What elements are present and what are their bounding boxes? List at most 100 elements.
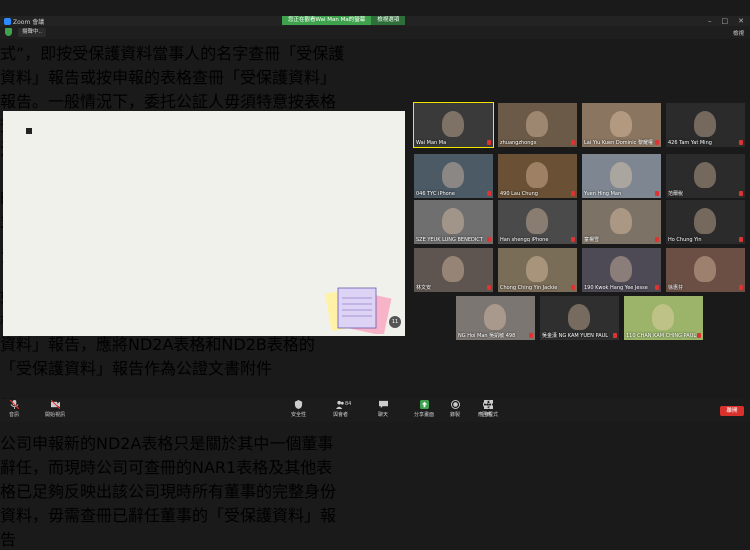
muted-mic-icon (739, 237, 743, 242)
muted-mic-icon (529, 333, 533, 338)
participant-tile[interactable]: Han shengq iPhone (498, 200, 577, 244)
participant-video (526, 208, 548, 234)
participant-name: 490 Lau Chung (500, 191, 538, 197)
participant-name: SZE YEUK LUNG BENEDICT (416, 237, 483, 243)
participant-name: NG Hoi Man 吳凱敏 498 (458, 333, 516, 339)
record-label: 錄製 (450, 412, 461, 418)
muted-mic-icon (655, 285, 659, 290)
muted-mic-icon (697, 333, 701, 338)
participant-tile[interactable]: Ho Chung Yin (666, 200, 745, 244)
speaking-indicator[interactable]: 揚聲中.. (18, 28, 46, 37)
share-screen-icon (419, 400, 429, 409)
participant-tile[interactable]: NG Hoi Man 吳凱敏 498 (456, 296, 535, 340)
participant-tile[interactable]: 046 TYC iPhone (414, 154, 493, 198)
muted-mic-icon (739, 285, 743, 290)
close-icon[interactable]: ✕ (738, 17, 744, 25)
muted-mic-icon (655, 140, 659, 145)
participant-tile[interactable]: SZE YEUK LUNG BENEDICT (414, 200, 493, 244)
participant-video (526, 256, 548, 282)
participant-video (694, 256, 716, 282)
shield-icon[interactable] (5, 28, 12, 36)
chat-icon (378, 400, 388, 409)
participant-video (610, 111, 632, 137)
participants-icon (336, 400, 344, 409)
participant-video (610, 208, 632, 234)
participant-tile[interactable]: Chong Ching Yin Jackie (498, 248, 577, 292)
participant-tile[interactable]: 徐惠芬 (666, 248, 745, 292)
minimize-icon[interactable]: – (708, 17, 712, 25)
meeting-header (0, 26, 750, 39)
participant-name: 110 CHAN KAM CHING PAUL (626, 333, 697, 339)
participant-tile[interactable]: Yuen Hing Man (582, 154, 661, 198)
maximize-icon[interactable]: □ (722, 17, 729, 25)
participant-video (610, 162, 632, 188)
participant-video (694, 111, 716, 137)
view-options-button[interactable]: 檢視選項 (371, 16, 406, 25)
apps-button[interactable]: 應用程式 (478, 400, 498, 418)
participant-video (442, 111, 464, 137)
participant-video (526, 162, 548, 188)
participant-name: Ho Chung Yin (668, 237, 702, 243)
participant-video (442, 162, 464, 188)
muted-mic-icon (571, 237, 575, 242)
camera-icon (50, 400, 60, 409)
participant-tile[interactable]: 110 CHAN KAM CHING PAUL (624, 296, 703, 340)
participant-tile[interactable]: 吳金漢 NG KAM YUEN PAUL (540, 296, 619, 340)
participant-name: 吳金漢 NG KAM YUEN PAUL (542, 333, 609, 339)
chat-label: 聊天 (378, 412, 389, 418)
window-controls: – □ ✕ (708, 16, 744, 26)
participant-tile[interactable]: Wai Man Ma (413, 102, 494, 148)
view-button[interactable]: 檢視 (733, 29, 744, 37)
participant-tile[interactable]: 范爾稅 (666, 154, 745, 198)
participants-label: 與會者 (333, 412, 349, 418)
audio-button[interactable]: 音訊 (9, 400, 19, 418)
shield-icon (294, 400, 303, 409)
share-screen-button[interactable]: 分享畫面 (414, 400, 434, 418)
participant-tile[interactable]: 190 Kwok Hang Yee Jesse (582, 248, 661, 292)
participant-tile[interactable]: zhuangzhongx (498, 103, 577, 147)
muted-mic-icon (571, 140, 575, 145)
participant-video (442, 208, 464, 234)
muted-mic-icon (571, 191, 575, 196)
participant-video (526, 111, 548, 137)
participant-name: Yuen Hing Man (584, 191, 622, 197)
participant-name: 林文安 (416, 285, 432, 291)
sticky-notes-illustration (325, 286, 392, 334)
participant-tile[interactable]: Lai Yiu Kuen Dominic 黎耀權 (582, 103, 661, 147)
muted-mic-icon (571, 285, 575, 290)
participant-tile[interactable]: 426 Tam Yat Ming (666, 103, 745, 147)
participant-tile[interactable]: 林文安 (414, 248, 493, 292)
participant-name: 徐惠芬 (668, 285, 684, 291)
video-button[interactable]: 開始視訊 (45, 400, 65, 418)
participant-video (694, 208, 716, 234)
audio-label: 音訊 (9, 412, 20, 418)
muted-mic-icon (739, 191, 743, 196)
muted-mic-icon (739, 140, 743, 145)
security-button[interactable]: 安全性 (291, 400, 306, 418)
apps-label: 應用程式 (478, 412, 499, 418)
muted-mic-icon (487, 191, 491, 196)
meeting-toolbar (0, 399, 750, 422)
muted-mic-icon (655, 191, 659, 196)
slide-item-2-text: 公司申報新的ND2A表格只是關於其中一個董事辭任，而現時公司可查冊的NAR1表格… (0, 434, 337, 549)
share-banner: 您正在觀看Wai Man Ma的螢幕 檢視選項 (282, 16, 406, 25)
end-meeting-button[interactable]: 離開 (720, 406, 744, 416)
participant-tile[interactable]: 童楊雪 (582, 200, 661, 244)
participant-video (610, 256, 632, 282)
participant-video (442, 256, 464, 282)
record-button[interactable]: 錄製 (450, 400, 460, 418)
participant-name: Wai Man Ma (416, 140, 447, 146)
muted-mic-icon (487, 140, 491, 145)
participant-name: Chong Ching Yin Jackie (500, 285, 558, 291)
muted-mic-icon (613, 333, 617, 338)
participant-name: zhuangzhongx (500, 140, 537, 146)
bullet-square-icon (26, 128, 32, 134)
chat-button[interactable]: 聊天 (378, 400, 388, 418)
participant-tile[interactable]: 490 Lau Chung (498, 154, 577, 198)
participant-video (568, 304, 590, 330)
participant-name: Lai Yiu Kuen Dominic 黎耀權 (584, 140, 653, 146)
participant-video (652, 304, 674, 330)
share-screen-label: 分享畫面 (414, 412, 435, 418)
muted-mic-icon (487, 237, 491, 242)
slide-page-number: 11 (389, 316, 401, 328)
